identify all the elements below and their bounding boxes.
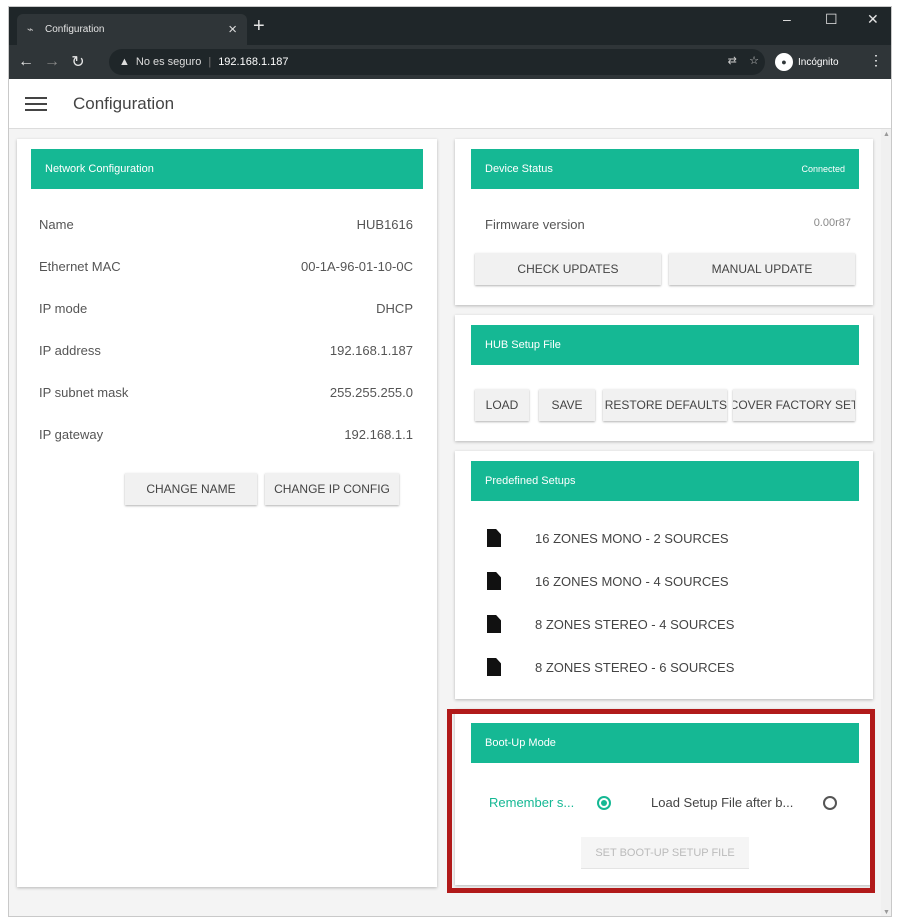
network-row-gateway: IP gateway 192.168.1.1 (39, 427, 413, 442)
row-value: 00-1A-96-01-10-0C (300, 259, 413, 274)
device-status-title: Device Status (485, 163, 553, 175)
incognito-icon: ● (775, 53, 793, 71)
network-card-title: Network Configuration (45, 163, 154, 175)
network-row-name: Name HUB1616 (39, 217, 413, 232)
predefined-setups-title: Predefined Setups (485, 475, 576, 487)
file-icon (487, 615, 501, 633)
load-button[interactable]: LOAD (475, 389, 529, 421)
minimize-icon[interactable]: – (783, 11, 791, 27)
predefined-setup-item[interactable]: 8 ZONES STEREO - 4 SOURCES (487, 615, 734, 633)
setup-label: 16 ZONES MONO - 2 SOURCES (535, 530, 729, 546)
tab-bar: ⌁ Configuration × + – ☐ ✕ (9, 7, 891, 45)
tab-favicon-icon: ⌁ (27, 24, 34, 36)
browser-window: ⌁ Configuration × + – ☐ ✕ ← → ↻ ▲ No es … (8, 6, 892, 917)
predefined-setups-header: Predefined Setups (471, 461, 859, 501)
maximize-icon[interactable]: ☐ (825, 11, 838, 28)
url-actions: ⇄ ☆ (728, 54, 759, 67)
network-card-header: Network Configuration (31, 149, 423, 189)
hamburger-menu-icon[interactable] (25, 96, 47, 111)
row-label: Name (39, 217, 74, 232)
setup-label: 8 ZONES STEREO - 4 SOURCES (535, 616, 735, 632)
change-ip-config-button[interactable]: CHANGE IP CONFIG (265, 473, 399, 505)
hub-setup-header: HUB Setup File (471, 325, 859, 365)
row-label: IP mode (39, 301, 88, 316)
row-label: Ethernet MAC (39, 259, 121, 274)
file-icon (487, 529, 501, 547)
check-updates-button[interactable]: CHECK UPDATES (475, 253, 661, 285)
row-value: 192.168.1.1 (344, 427, 413, 442)
predefined-setup-item[interactable]: 8 ZONES STEREO - 6 SOURCES (487, 658, 734, 676)
window-close-icon[interactable]: ✕ (867, 11, 879, 28)
row-label: IP subnet mask (39, 385, 129, 400)
device-status-header: Device Status Connected (471, 149, 859, 189)
predefined-setup-item[interactable]: 16 ZONES MONO - 2 SOURCES (487, 529, 729, 547)
security-label: No es seguro (135, 56, 202, 68)
page-scrollbar[interactable]: ▲ ▼ (881, 129, 891, 916)
firmware-label: Firmware version (485, 217, 585, 232)
network-row-ip-mode: IP mode DHCP (39, 301, 413, 316)
url-separator: | (208, 56, 212, 68)
row-value: DHCP (376, 301, 413, 316)
setup-label: 8 ZONES STEREO - 6 SOURCES (535, 659, 735, 675)
app-header: Configuration (9, 79, 891, 129)
warning-icon: ▲ (119, 56, 130, 68)
tab-close-icon[interactable]: × (228, 21, 237, 38)
connection-status-badge: Connected (801, 164, 845, 174)
change-name-button[interactable]: CHANGE NAME (125, 473, 257, 505)
firmware-row: Firmware version 0.00r87 (485, 217, 851, 232)
network-configuration-card (17, 139, 437, 887)
tab-title: Configuration (45, 24, 105, 35)
manual-update-button[interactable]: MANUAL UPDATE (669, 253, 855, 285)
incognito-badge[interactable]: ● Incógnito (775, 52, 839, 72)
row-label: IP address (39, 343, 101, 358)
url-field[interactable]: ▲ No es seguro | 192.168.1.187 ⇄ ☆ (109, 49, 765, 75)
recover-factory-label: RECOVER FACTORY SETUP (733, 398, 855, 412)
row-value: 255.255.255.0 (329, 385, 413, 400)
incognito-label: Incógnito (798, 56, 839, 68)
row-label: IP gateway (39, 427, 104, 442)
url-text: 192.168.1.187 (218, 56, 289, 68)
boot-up-highlight-box (447, 709, 875, 893)
translate-icon[interactable]: ⇄ (728, 55, 737, 67)
network-row-mac: Ethernet MAC 00-1A-96-01-10-0C (39, 259, 413, 274)
recover-factory-setup-button[interactable]: RECOVER FACTORY SETUP (733, 389, 855, 421)
row-value: HUB1616 (356, 217, 413, 232)
new-tab-button[interactable]: + (253, 16, 265, 36)
restore-defaults-button[interactable]: RESTORE DEFAULTS (603, 389, 727, 421)
predefined-setup-item[interactable]: 16 ZONES MONO - 4 SOURCES (487, 572, 729, 590)
scroll-down-icon[interactable]: ▼ (883, 909, 890, 916)
back-icon[interactable]: ← (13, 53, 39, 71)
file-icon (487, 658, 501, 676)
setup-label: 16 ZONES MONO - 4 SOURCES (535, 573, 729, 589)
browser-tab[interactable]: ⌁ Configuration × (17, 14, 247, 45)
scroll-up-icon[interactable]: ▲ (883, 131, 890, 138)
network-row-ip-address: IP address 192.168.1.187 (39, 343, 413, 358)
hub-setup-title: HUB Setup File (485, 339, 561, 351)
row-value: 192.168.1.187 (329, 343, 413, 358)
save-button[interactable]: SAVE (539, 389, 595, 421)
file-icon (487, 572, 501, 590)
address-bar: ← → ↻ ▲ No es seguro | 192.168.1.187 ⇄ ☆… (9, 45, 891, 79)
page-title: Configuration (73, 93, 175, 113)
restore-defaults-label: RESTORE DEFAULTS (604, 398, 727, 412)
network-row-subnet-mask: IP subnet mask 255.255.255.0 (39, 385, 413, 400)
reload-icon[interactable]: ↻ (65, 52, 91, 72)
menu-icon[interactable]: ⋮ (869, 52, 883, 69)
forward-icon[interactable]: → (39, 53, 65, 71)
firmware-value: 0.00r87 (813, 217, 851, 229)
star-icon[interactable]: ☆ (749, 55, 759, 67)
